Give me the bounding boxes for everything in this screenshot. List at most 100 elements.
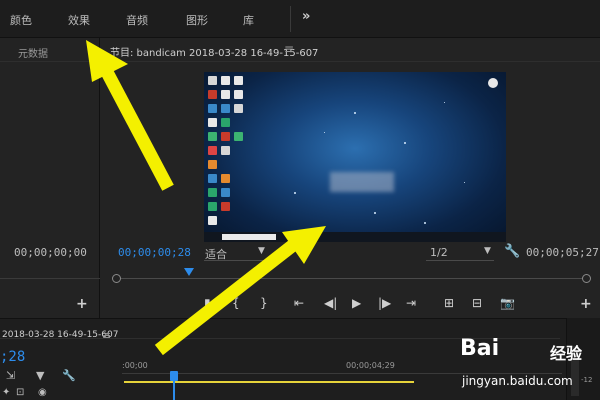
timeline-sequence-tab[interactable]: 2018-03-28 16-49-15-607	[2, 330, 118, 340]
star	[374, 212, 376, 214]
desktop-app-icon	[221, 146, 230, 155]
desktop-app-icon	[221, 174, 230, 183]
chevron-down-icon[interactable]: ▼	[258, 246, 265, 256]
timeline-timecode[interactable]: ;28	[0, 349, 25, 365]
baidu-jingyan-watermark: Bai 经验 jingyan.baidu.com	[456, 332, 596, 398]
mark-clip-icon[interactable]: }	[260, 296, 268, 310]
wrench-icon[interactable]: 🔧	[504, 244, 520, 259]
program-monitor-header: 节目: bandicam 2018-03-28 16-49-15-607 ≡	[100, 38, 600, 62]
desktop-gadget-icon	[488, 78, 498, 88]
desktop-app-icon	[221, 90, 230, 99]
desktop-app-icon	[234, 132, 243, 141]
wrench-icon[interactable]: 🔧	[62, 369, 76, 382]
track-target-icon[interactable]: ✦	[2, 387, 10, 398]
playhead-timecode[interactable]: 00;00;00;28	[118, 246, 191, 259]
desktop-app-icon	[208, 216, 217, 225]
blurred-region	[330, 172, 394, 192]
desktop-app-icon	[221, 202, 230, 211]
watermark-text: 经验	[550, 344, 583, 363]
desktop-app-icon	[208, 202, 217, 211]
star	[324, 132, 325, 133]
go-to-in-icon[interactable]: ⇤	[294, 296, 304, 310]
desktop-app-icon	[234, 76, 243, 85]
star	[424, 222, 426, 224]
ruler-label-mid: 00;00;04;29	[346, 361, 395, 370]
playback-resolution-select[interactable]: 1/2	[430, 246, 448, 259]
timeline-tools: ⇲ ▼ 🔧	[6, 369, 86, 383]
metadata-tab[interactable]: 元数据	[18, 45, 48, 60]
desktop-app-icon	[208, 132, 217, 141]
workspace-tab-audio[interactable]: 音频	[126, 12, 148, 28]
go-to-out-icon[interactable]: ⇥	[406, 296, 416, 310]
add-button[interactable]: +	[76, 296, 88, 312]
timeline-playhead[interactable]	[170, 371, 178, 381]
star	[354, 112, 356, 114]
workspace-tab-color[interactable]: 颜色	[10, 12, 32, 28]
workspace-bar: 颜色 效果 音频 图形 库 »	[0, 0, 600, 38]
taskbar-search-box	[222, 234, 276, 240]
watermark-url: jingyan.baidu.com	[462, 374, 573, 388]
zoom-handle-right[interactable]	[582, 274, 591, 283]
mark-in-icon[interactable]: ▮	[204, 296, 211, 310]
metadata-panel-header: 元数据	[0, 38, 100, 62]
source-ruler[interactable]	[0, 278, 100, 290]
desktop-app-icon	[208, 90, 217, 99]
chevron-down-icon[interactable]: ▼	[484, 246, 491, 256]
sequence-duration: 00;00;05;27	[526, 246, 599, 259]
ruler-label-start: :00;00	[122, 361, 148, 370]
desktop-app-icon	[221, 104, 230, 113]
resolution-select-underline	[426, 260, 494, 261]
ruler-line	[114, 278, 586, 279]
extract-icon[interactable]: ⊟	[472, 296, 482, 310]
desktop-app-icon	[221, 76, 230, 85]
star	[444, 102, 445, 103]
panel-menu-icon[interactable]: ≡	[284, 42, 294, 56]
panel-menu-icon[interactable]: ≡	[102, 329, 111, 342]
zoom-select-underline	[204, 260, 272, 261]
baidu-logo: Bai	[460, 336, 500, 361]
desktop-app-icon	[208, 76, 217, 85]
video-preview[interactable]	[204, 72, 506, 242]
step-back-icon[interactable]: ◀|	[324, 296, 337, 310]
program-time-ruler[interactable]	[100, 268, 600, 290]
workspace-divider	[290, 6, 291, 32]
workspace-tab-graphics[interactable]: 图形	[186, 12, 208, 28]
metadata-panel: 元数据 00;00;00;00 +	[0, 38, 100, 318]
timeline-playhead-line	[173, 381, 175, 400]
playhead-marker[interactable]	[184, 268, 194, 276]
mark-out-icon[interactable]: {	[232, 296, 240, 310]
workspace-tab-effects[interactable]: 效果	[68, 12, 90, 28]
desktop-app-icon	[234, 104, 243, 113]
work-area-bar[interactable]	[124, 381, 414, 383]
desktop-app-icon	[208, 118, 217, 127]
chevron-double-right-icon[interactable]: »	[302, 9, 310, 24]
snap-icon[interactable]: ⇲	[6, 369, 15, 382]
play-icon[interactable]: ▶	[352, 296, 361, 310]
desktop-app-icon	[234, 90, 243, 99]
windows-taskbar	[204, 232, 506, 242]
marker-icon[interactable]: ▼	[36, 369, 44, 382]
desktop-app-icon	[221, 118, 230, 127]
workspace-tab-libraries[interactable]: 库	[243, 12, 254, 28]
zoom-handle-left[interactable]	[112, 274, 121, 283]
star	[294, 192, 296, 194]
desktop-app-icon	[208, 174, 217, 183]
step-forward-icon[interactable]: |▶	[378, 296, 391, 310]
star	[404, 142, 406, 144]
desktop-app-icon	[221, 132, 230, 141]
desktop-app-icon	[208, 146, 217, 155]
eye-icon[interactable]: ◉	[38, 387, 47, 398]
source-timecode[interactable]: 00;00;00;00	[14, 246, 87, 259]
transport-controls: ▮ { } ⇤ ◀| ▶ |▶ ⇥ ⊞ ⊟ 📷 +	[100, 294, 600, 316]
lift-icon[interactable]: ⊞	[444, 296, 454, 310]
track-header-controls: ✦ ⊡ ◉	[2, 387, 82, 400]
desktop-app-icon	[208, 104, 217, 113]
program-monitor: 节目: bandicam 2018-03-28 16-49-15-607 ≡ 0…	[100, 38, 600, 318]
export-frame-icon[interactable]: 📷	[500, 296, 515, 310]
add-button[interactable]: +	[580, 296, 592, 312]
desktop-app-icon	[221, 188, 230, 197]
desktop-app-icon	[208, 188, 217, 197]
desktop-app-icon	[208, 160, 217, 169]
star	[464, 182, 465, 183]
sync-lock-icon[interactable]: ⊡	[16, 387, 24, 398]
